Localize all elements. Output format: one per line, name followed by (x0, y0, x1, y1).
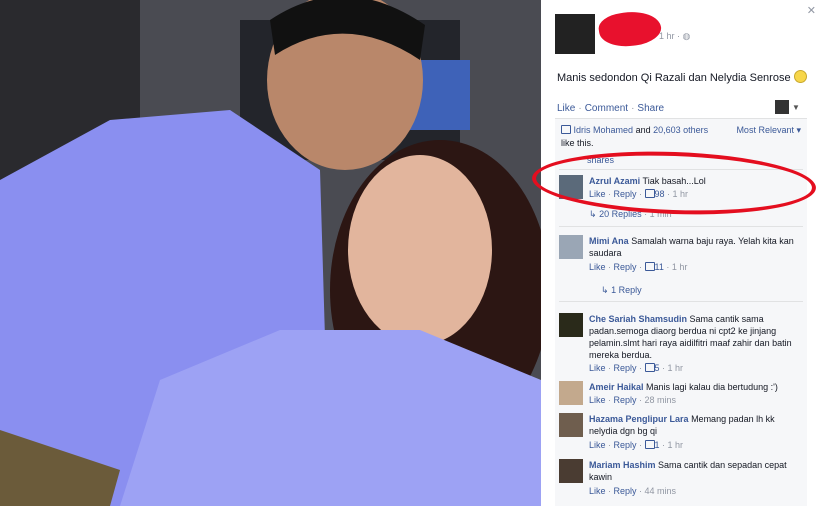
redacted-poster-name (596, 7, 664, 51)
facebook-post-panel: ✕ 1 hr · ◍ Manis sedondon Qi Razali dan … (541, 0, 822, 506)
like-link[interactable]: Like (589, 440, 606, 450)
chevron-down-icon[interactable]: ▼ (792, 103, 800, 112)
liker-name-link[interactable]: Idris Mohamed (574, 125, 634, 135)
close-icon[interactable]: ✕ (807, 4, 816, 17)
share-link[interactable]: Share (637, 103, 664, 114)
divider (559, 301, 803, 302)
like-link[interactable]: Like (589, 363, 606, 373)
commenter-avatar[interactable] (559, 381, 583, 405)
view-replies-link[interactable]: ↳ 1 Reply (601, 285, 642, 296)
comment-meta: Like · Reply · 5 · 1 hr (589, 363, 684, 373)
post-caption: Manis sedondon Qi Razali dan Nelydia Sen… (557, 70, 807, 84)
reply-arrow-icon: ↳ (601, 285, 609, 295)
commenter-name[interactable]: Mimi Ana (589, 236, 629, 246)
like-link[interactable]: Like (589, 486, 606, 496)
reply-link[interactable]: Reply (614, 363, 637, 373)
poster-avatar[interactable] (555, 14, 595, 54)
post-actions: Like · Comment · Share (557, 103, 665, 114)
commenter-avatar[interactable] (559, 235, 583, 259)
comment-meta: Like · Reply · 28 mins (589, 395, 677, 405)
thumbs-up-icon (644, 363, 655, 372)
thumbs-up-icon (644, 262, 655, 271)
post-time[interactable]: 1 hr · ◍ (659, 31, 690, 42)
others-link[interactable]: 20,603 others (653, 125, 708, 135)
comment-link[interactable]: Comment (585, 103, 628, 114)
likes-summary: Idris Mohamed and 20,603 others like thi… (561, 125, 709, 148)
globe-icon: ◍ (682, 31, 691, 41)
like-link[interactable]: Like (557, 103, 575, 114)
commenter-avatar[interactable] (559, 413, 583, 437)
reply-link[interactable]: Reply (614, 262, 637, 272)
commenter-name[interactable]: Hazama Penglipur Lara (589, 414, 689, 424)
comment-meta: Like · Reply · 44 mins (589, 486, 677, 496)
commenter-name[interactable]: Mariam Hashim (589, 460, 656, 470)
emoji-icon (793, 70, 807, 83)
comment-as-avatar[interactable] (775, 100, 789, 114)
commenter-avatar[interactable] (559, 313, 583, 337)
reply-link[interactable]: Reply (614, 440, 637, 450)
commenter-name[interactable]: Che Sariah Shamsudin (589, 314, 687, 324)
like-link[interactable]: Like (589, 262, 606, 272)
thumbs-up-icon (561, 125, 571, 134)
divider (559, 226, 803, 227)
commenter-avatar[interactable] (559, 459, 583, 483)
post-photo[interactable] (0, 0, 541, 506)
commenter-name[interactable]: Ameir Haikal (589, 382, 644, 392)
thumbs-up-icon (644, 440, 655, 449)
reply-link[interactable]: Reply (614, 486, 637, 496)
comment-meta: Like · Reply · 1 · 1 hr (589, 440, 684, 450)
like-count[interactable]: 11 (655, 262, 664, 272)
reply-arrow-icon: ↳ (589, 209, 597, 219)
selfie-image (0, 0, 541, 506)
sort-dropdown[interactable]: Most Relevant ▾ (736, 125, 801, 136)
like-link[interactable]: Like (589, 395, 606, 405)
comment-meta: Like · Reply · 11 · 1 hr (589, 262, 688, 272)
reply-link[interactable]: Reply (614, 395, 637, 405)
